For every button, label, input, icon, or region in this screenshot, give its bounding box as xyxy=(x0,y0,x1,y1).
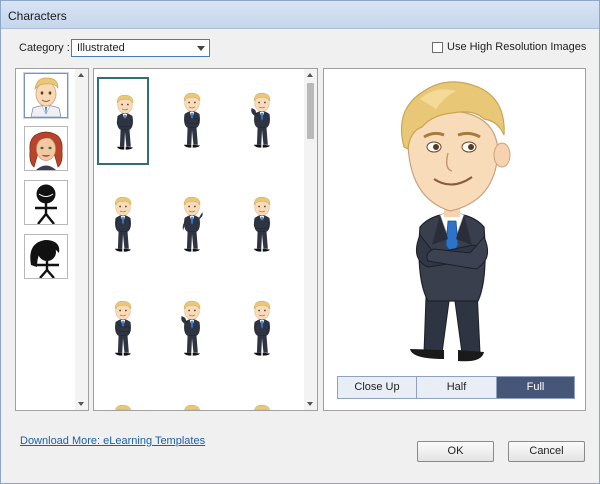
title-bar: Characters xyxy=(1,1,599,29)
character-thumb-stick-figure-hair[interactable] xyxy=(24,234,68,279)
arrow-up-icon xyxy=(307,73,313,77)
businessman-pose-icon xyxy=(183,92,201,148)
businessman-pose-icon xyxy=(254,404,271,410)
redhead-woman-icon xyxy=(29,131,63,170)
arrow-up-icon xyxy=(78,73,84,77)
category-label: Category : xyxy=(19,42,70,54)
businessman-pose-icon xyxy=(115,404,132,410)
pose-thumbnail[interactable] xyxy=(166,389,218,410)
character-thumb-stick-figure[interactable] xyxy=(24,180,68,225)
businessman-pose-icon xyxy=(114,300,132,356)
businessman-pose-icon xyxy=(253,196,271,252)
pose-thumbnail[interactable] xyxy=(236,77,288,165)
scroll-up-button[interactable] xyxy=(75,69,88,81)
stick-figure-icon xyxy=(35,184,57,224)
character-thumb-redhead-woman[interactable] xyxy=(24,126,68,171)
dialog-title: Characters xyxy=(8,9,67,23)
scroll-up-button[interactable] xyxy=(304,69,317,81)
pose-thumbnail[interactable] xyxy=(236,181,288,269)
scroll-down-button[interactable] xyxy=(75,398,88,410)
download-more-link[interactable]: Download More: eLearning Templates xyxy=(20,435,205,447)
scroll-down-button[interactable] xyxy=(304,398,317,410)
pose-thumbnail[interactable] xyxy=(97,77,149,165)
stick-figure-hair-icon xyxy=(30,240,60,278)
businessman-pose-icon xyxy=(251,92,271,148)
pose-grid-panel xyxy=(93,68,318,411)
businessman-pose-icon xyxy=(116,94,134,150)
category-selected-value: Illustrated xyxy=(77,42,125,54)
category-select[interactable]: Illustrated xyxy=(71,39,210,57)
arrow-down-icon xyxy=(78,402,84,406)
character-list-scrollbar[interactable] xyxy=(75,69,88,410)
pose-thumbnail[interactable] xyxy=(236,389,288,410)
pose-grid xyxy=(94,69,304,410)
pose-thumbnail[interactable] xyxy=(97,389,149,410)
arrow-down-icon xyxy=(307,402,313,406)
chevron-down-icon xyxy=(197,46,205,51)
businessman-pose-icon xyxy=(181,300,201,356)
character-preview-image xyxy=(400,81,511,362)
character-thumb-businessman[interactable] xyxy=(24,73,68,118)
pose-thumbnail[interactable] xyxy=(166,77,218,165)
pose-thumbnail[interactable] xyxy=(97,285,149,373)
full-button[interactable]: Full xyxy=(497,377,574,398)
character-list xyxy=(16,69,74,300)
high-res-checkbox[interactable] xyxy=(432,42,443,53)
high-res-label: Use High Resolution Images xyxy=(447,41,587,53)
pose-thumbnail[interactable] xyxy=(97,181,149,269)
businessman-pose-icon xyxy=(182,196,203,252)
businessman-pose-icon xyxy=(253,300,271,356)
pose-thumbnail[interactable] xyxy=(166,181,218,269)
pose-grid-scrollbar[interactable] xyxy=(304,69,317,410)
pose-thumbnail[interactable] xyxy=(236,285,288,373)
close-up-button[interactable]: Close Up xyxy=(338,377,417,398)
cancel-button[interactable]: Cancel xyxy=(508,441,585,462)
businessman-pose-icon xyxy=(184,404,201,410)
characters-dialog: Characters Category : Illustrated Use Hi… xyxy=(0,0,600,484)
businessman-icon xyxy=(30,77,62,117)
half-button[interactable]: Half xyxy=(417,377,497,398)
ok-button[interactable]: OK xyxy=(417,441,494,462)
view-mode-toggle: Close Up Half Full xyxy=(337,376,575,399)
character-list-panel xyxy=(15,68,89,411)
scrollbar-thumb[interactable] xyxy=(307,83,314,139)
pose-thumbnail[interactable] xyxy=(166,285,218,373)
businessman-pose-icon xyxy=(114,196,132,252)
preview-panel: Close Up Half Full xyxy=(323,68,586,411)
